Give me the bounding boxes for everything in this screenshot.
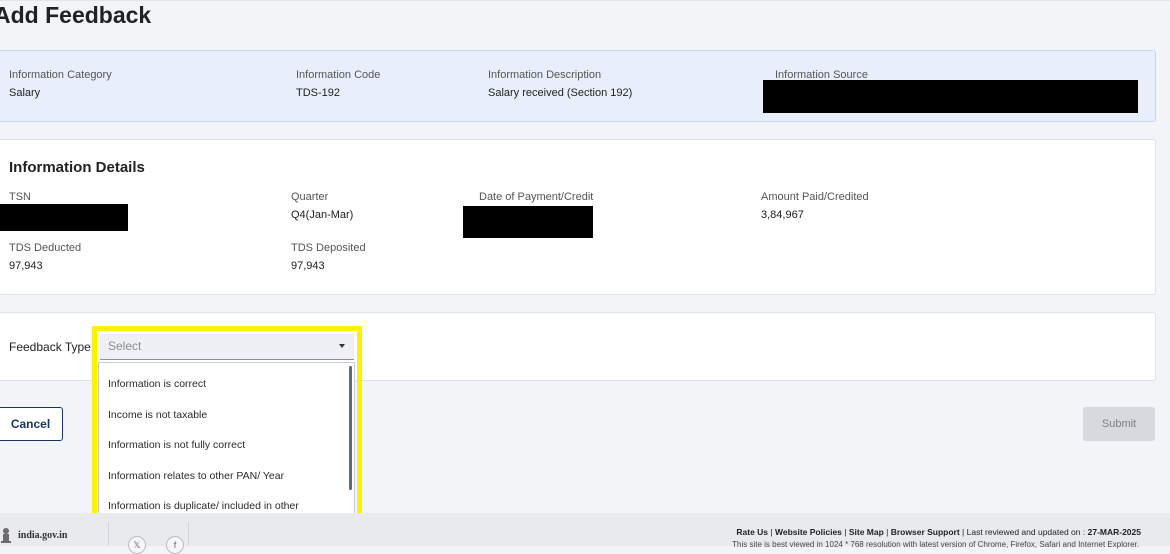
page-title: Add Feedback xyxy=(0,2,152,28)
cancel-button[interactable]: Cancel xyxy=(0,407,63,441)
information-details-heading: Information Details xyxy=(9,159,145,176)
info-code-label: Information Code xyxy=(296,69,381,81)
option-other-pan-year[interactable]: Information relates to other PAN/ Year xyxy=(108,470,340,483)
last-updated-prefix: Last reviewed and updated on : xyxy=(966,527,1088,537)
tds-deducted-label: TDS Deducted xyxy=(9,242,82,254)
payment-date-field: Date of Payment/Credit xyxy=(479,191,593,203)
tsn-label: TSN xyxy=(9,191,31,203)
site-map-link[interactable]: Site Map xyxy=(849,527,884,537)
facebook-icon[interactable]: f xyxy=(166,536,184,554)
tsn-field: TSN xyxy=(9,191,31,203)
quarter-value: Q4(Jan-Mar) xyxy=(291,209,354,221)
info-description-label: Information Description xyxy=(488,69,602,81)
info-description: Information Description Salary received … xyxy=(488,69,632,99)
browser-support-link[interactable]: Browser Support xyxy=(891,527,960,537)
info-code-value: TDS-192 xyxy=(296,87,341,99)
options-scrollbar[interactable] xyxy=(349,366,352,490)
x-twitter-icon[interactable]: 𝕏 xyxy=(128,536,146,554)
footer-divider xyxy=(108,522,109,546)
feedback-type-options: Information is correct Income is not tax… xyxy=(98,362,355,528)
info-description-value: Salary received (Section 192) xyxy=(488,87,633,99)
india-gov-link[interactable]: india.gov.in xyxy=(18,530,67,541)
option-income-not-taxable[interactable]: Income is not taxable xyxy=(108,409,340,422)
info-source-redaction xyxy=(763,80,1138,113)
submit-button[interactable]: Submit xyxy=(1083,407,1155,441)
website-policies-link[interactable]: Website Policies xyxy=(775,527,842,537)
amount-value: 3,84,967 xyxy=(761,209,804,221)
quarter-field: Quarter Q4(Jan-Mar) xyxy=(291,191,353,221)
payment-date-redaction xyxy=(463,206,593,238)
option-not-fully-correct[interactable]: Information is not fully correct xyxy=(108,439,340,452)
caret-down-icon xyxy=(339,344,345,348)
tsn-redaction xyxy=(0,204,128,231)
tds-deducted-field: TDS Deducted 97,943 xyxy=(9,242,81,272)
info-code: Information Code TDS-192 xyxy=(296,69,380,99)
tds-deposited-value: 97,943 xyxy=(291,260,325,272)
info-category-value: Salary xyxy=(9,87,41,99)
info-category-label: Information Category xyxy=(9,69,112,81)
last-updated-date: 27-MAR-2025 xyxy=(1087,527,1141,537)
feedback-type-placeholder: Select xyxy=(108,339,142,353)
feedback-type-select[interactable]: Select xyxy=(100,334,354,360)
quarter-label: Quarter xyxy=(291,191,329,203)
browser-note: This site is best viewed in 1024 * 768 r… xyxy=(732,540,1139,549)
payment-date-label: Date of Payment/Credit xyxy=(479,191,594,203)
tds-deposited-field: TDS Deposited 97,943 xyxy=(291,242,366,272)
tds-deposited-label: TDS Deposited xyxy=(291,242,366,254)
feedback-type-label: Feedback Type: xyxy=(9,340,95,354)
top-divider xyxy=(0,0,1170,1)
info-category: Information Category Salary xyxy=(9,69,112,99)
footer-links: Rate Us | Website Policies | Site Map | … xyxy=(736,527,1141,537)
option-information-correct[interactable]: Information is correct xyxy=(108,378,340,391)
footer-divider xyxy=(188,522,189,546)
national-emblem-icon xyxy=(1,528,11,543)
amount-field: Amount Paid/Credited 3,84,967 xyxy=(761,191,869,221)
rate-us-link[interactable]: Rate Us xyxy=(736,527,768,537)
tds-deducted-value: 97,943 xyxy=(9,260,43,272)
amount-label: Amount Paid/Credited xyxy=(761,191,869,203)
